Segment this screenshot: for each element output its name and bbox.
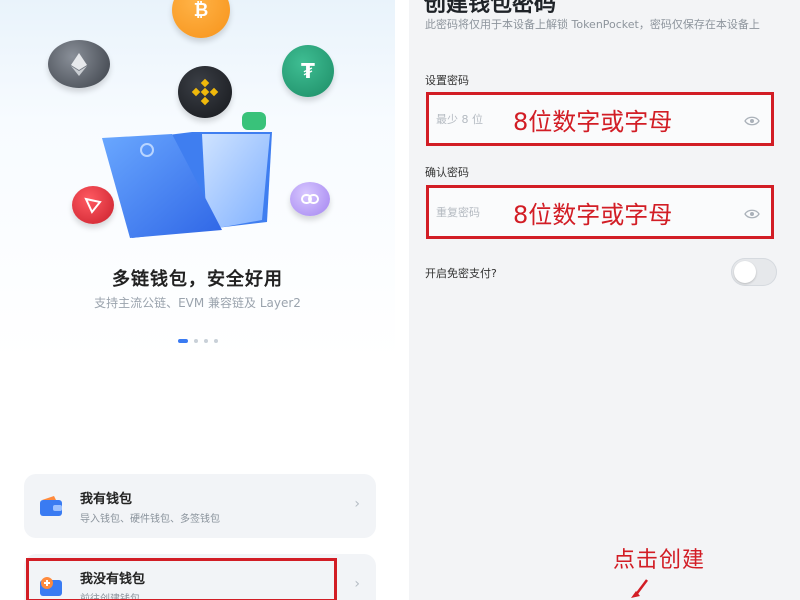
have-wallet-title: 我有钱包 bbox=[80, 492, 133, 507]
have-wallet-card[interactable]: 我有钱包 导入钱包、硬件钱包、多签钱包 › bbox=[24, 474, 376, 538]
set-password-label: 设置密码 bbox=[425, 74, 469, 87]
bitcoin-coin-icon: ₿ bbox=[172, 0, 230, 38]
click-create-annotation: 点击创建 bbox=[613, 548, 706, 573]
annotation-highlight-box bbox=[426, 185, 774, 239]
wallet-icon bbox=[38, 494, 64, 520]
passwordless-pay-label: 开启免密支付? bbox=[425, 267, 497, 280]
password-note: 此密码将仅用于本设备上解锁 TokenPocket，密码仅保存在本设备上 bbox=[425, 18, 760, 31]
folder-wallet-icon bbox=[92, 112, 282, 242]
chainlink-coin-icon bbox=[290, 182, 330, 216]
annotation-highlight-box bbox=[426, 92, 774, 146]
svg-text:₿: ₿ bbox=[194, 0, 209, 21]
usdt-coin-icon: ₮ bbox=[282, 45, 334, 97]
confirm-password-label: 确认密码 bbox=[425, 166, 469, 179]
screen-divider bbox=[395, 0, 409, 600]
passwordless-pay-toggle[interactable] bbox=[731, 258, 777, 286]
svg-text:₮: ₮ bbox=[301, 59, 315, 83]
have-wallet-desc: 导入钱包、硬件钱包、多签钱包 bbox=[80, 514, 220, 525]
chevron-right-icon: › bbox=[354, 496, 360, 512]
chevron-right-icon: › bbox=[354, 576, 360, 592]
create-password-screen: 创建钱包密码 此密码将仅用于本设备上解锁 TokenPocket，密码仅保存在本… bbox=[409, 0, 800, 600]
bnb-coin-icon bbox=[178, 66, 232, 118]
annotation-arrow-icon bbox=[631, 579, 648, 598]
subline: 支持主流公链、EVM 兼容链及 Layer2 bbox=[94, 296, 301, 310]
tagline: 多链钱包，安全好用 bbox=[112, 269, 283, 290]
carousel-dot[interactable] bbox=[203, 339, 208, 343]
carousel-dot-active[interactable] bbox=[177, 339, 188, 343]
carousel-indicator bbox=[0, 339, 395, 343]
wallet-welcome-screen: ₿ ₮ 多链钱包，安全好用 支持主流公链、EVM 兼容链及 Layer2 我有钱… bbox=[0, 0, 395, 600]
annotation-highlight-box bbox=[26, 558, 337, 600]
carousel-dot[interactable] bbox=[193, 339, 198, 343]
carousel-dot[interactable] bbox=[213, 339, 218, 343]
ethereum-coin-icon bbox=[48, 40, 110, 88]
toggle-knob bbox=[734, 261, 756, 283]
tron-coin-icon bbox=[72, 186, 114, 224]
